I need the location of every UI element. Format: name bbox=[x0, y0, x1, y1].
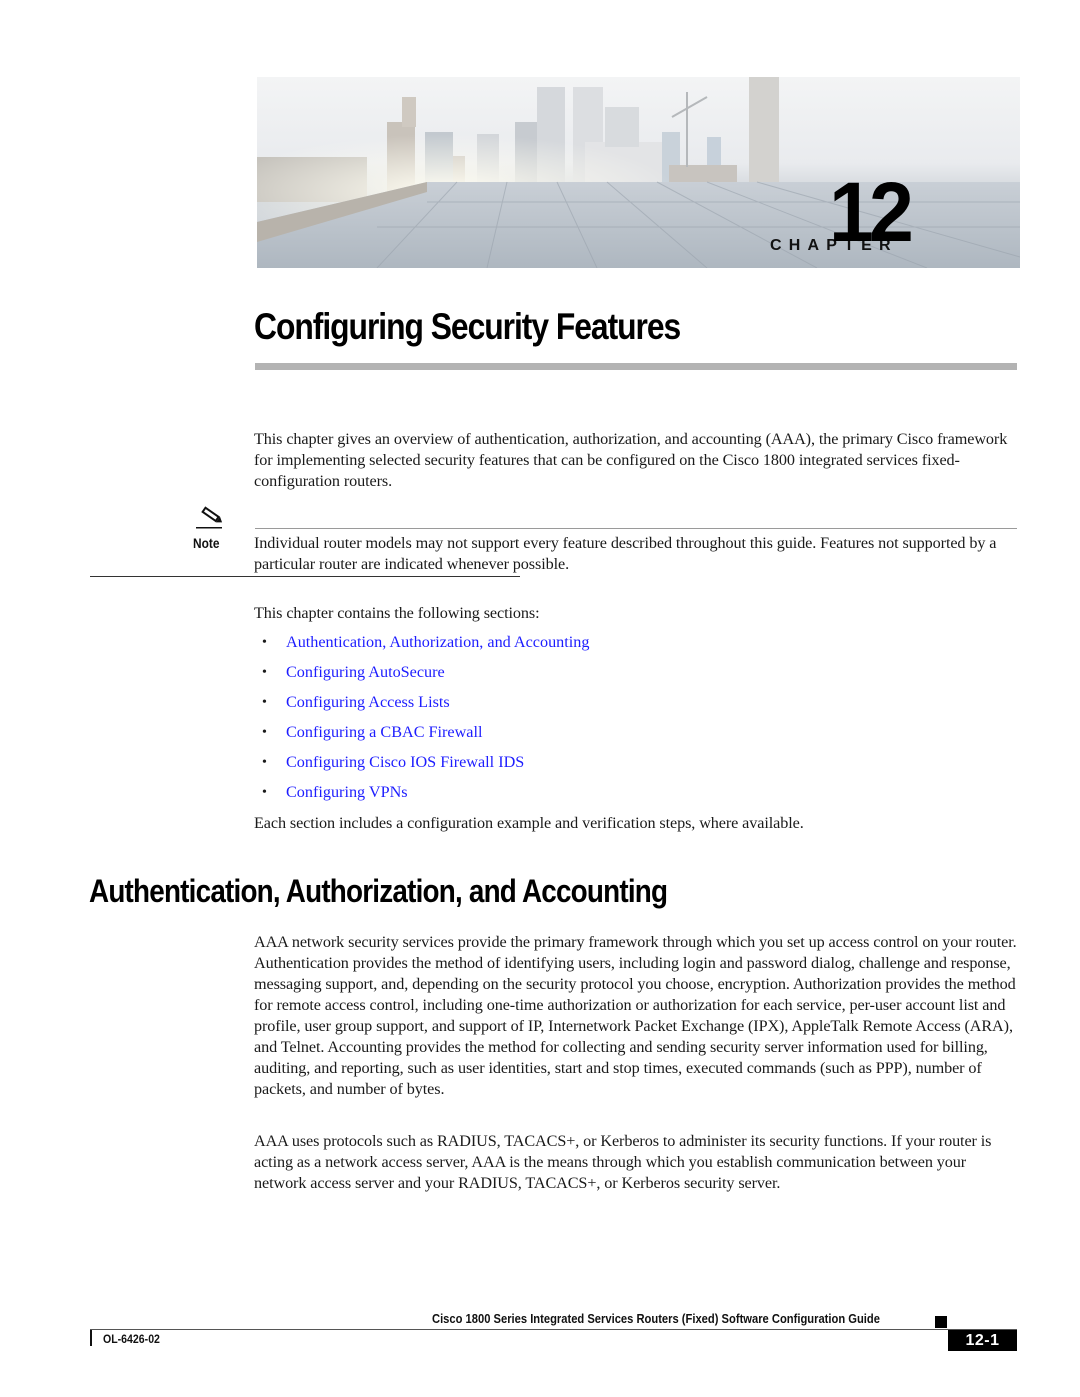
section-link-vpns[interactable]: Configuring VPNs bbox=[286, 783, 408, 801]
sections-intro: This chapter contains the following sect… bbox=[254, 604, 540, 622]
list-item: • Configuring Cisco IOS Firewall IDS bbox=[254, 752, 589, 782]
list-item: • Configuring Access Lists bbox=[254, 692, 589, 722]
footer-marker bbox=[935, 1316, 947, 1328]
list-item: • Configuring a CBAC Firewall bbox=[254, 722, 589, 752]
footer-doc-number: OL-6426-02 bbox=[103, 1332, 160, 1346]
note-text: Individual router models may not support… bbox=[254, 534, 997, 573]
bullet-icon: • bbox=[262, 755, 267, 770]
chapter-number: 12 bbox=[829, 165, 914, 259]
aaa-paragraph-2: AAA uses protocols such as RADIUS, TACAC… bbox=[254, 1132, 992, 1192]
page-title: Configuring Security Features bbox=[254, 306, 681, 347]
chapter-banner: CHAPTER 12 bbox=[257, 77, 1020, 268]
note-label: Note bbox=[193, 535, 220, 551]
section-link-aaa[interactable]: Authentication, Authorization, and Accou… bbox=[286, 633, 589, 651]
list-item: • Authentication, Authorization, and Acc… bbox=[254, 632, 589, 662]
list-item: • Configuring AutoSecure bbox=[254, 662, 589, 692]
page-number-badge: 12-1 bbox=[948, 1330, 1017, 1351]
bullet-icon: • bbox=[262, 725, 267, 740]
footer-tick bbox=[90, 1330, 92, 1346]
sections-outro: Each section includes a configuration ex… bbox=[254, 814, 804, 832]
bullet-icon: • bbox=[262, 665, 267, 680]
bullet-icon: • bbox=[262, 635, 267, 650]
section-link-access-lists[interactable]: Configuring Access Lists bbox=[286, 693, 450, 711]
bullet-icon: • bbox=[262, 695, 267, 710]
title-divider bbox=[255, 363, 1017, 370]
aaa-paragraph-1: AAA network security services provide th… bbox=[254, 933, 1017, 1098]
bullet-icon: • bbox=[262, 785, 267, 800]
section-link-firewall-ids[interactable]: Configuring Cisco IOS Firewall IDS bbox=[286, 753, 524, 771]
footer-guide-title: Cisco 1800 Series Integrated Services Ro… bbox=[432, 1311, 880, 1326]
note-top-rule bbox=[255, 528, 1017, 529]
section-heading-aaa: Authentication, Authorization, and Accou… bbox=[89, 873, 668, 909]
intro-paragraph: This chapter gives an overview of authen… bbox=[254, 430, 1008, 490]
sections-list: • Authentication, Authorization, and Acc… bbox=[254, 632, 589, 812]
note-bottom-rule bbox=[90, 576, 520, 577]
footer-rule bbox=[90, 1329, 1017, 1330]
list-item: • Configuring VPNs bbox=[254, 782, 589, 812]
pencil-note-icon bbox=[196, 506, 223, 529]
section-link-autosecure[interactable]: Configuring AutoSecure bbox=[286, 663, 445, 681]
section-link-cbac-firewall[interactable]: Configuring a CBAC Firewall bbox=[286, 723, 483, 741]
